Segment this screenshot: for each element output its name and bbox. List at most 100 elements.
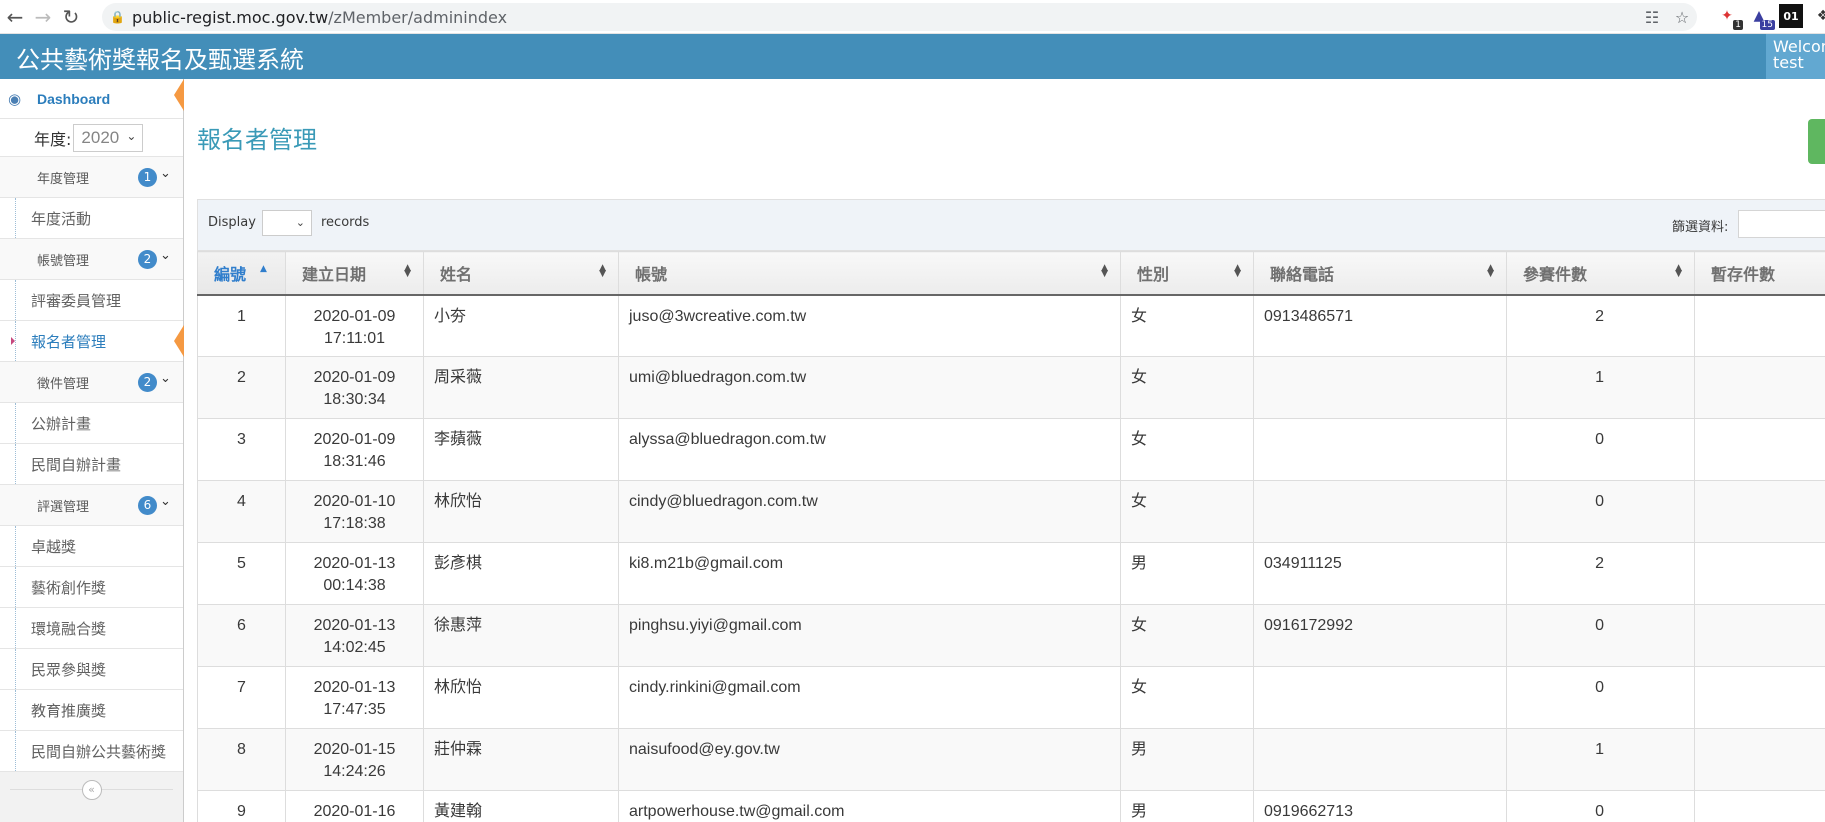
cell-phone: 0916172992 bbox=[1253, 604, 1507, 667]
cell-account: cindy@bluedragon.com.tw bbox=[618, 480, 1121, 543]
sidebar-item-excellence-award[interactable]: 卓越獎 bbox=[0, 526, 183, 567]
sidebar-item-private-plan[interactable]: 民間自辦計畫 bbox=[0, 444, 183, 485]
table-row[interactable]: 9 2020-01-16 黃建翰 artpowerhouse.tw@gmail.com… bbox=[197, 790, 1825, 822]
cell-id: 8 bbox=[197, 728, 286, 791]
dashboard-icon: ◉ bbox=[8, 89, 22, 108]
filter-input[interactable] bbox=[1738, 210, 1825, 238]
filter-label: 篩選資料: bbox=[1672, 220, 1729, 235]
sort-icon: ▲ ▼ bbox=[599, 263, 606, 279]
table-row[interactable]: 3 2020-01-09 18:31:46 李蘋薇 alyssa@bluedragon.… bbox=[197, 418, 1825, 481]
sidebar-item-applicants[interactable]: 報名者管理 bbox=[0, 321, 184, 362]
caret-right-icon bbox=[11, 337, 15, 345]
cell-sex: 女 bbox=[1120, 604, 1254, 667]
lock-icon: 🔒 bbox=[110, 10, 125, 24]
cell-id: 4 bbox=[197, 480, 286, 543]
cell-drafts: 0 bbox=[1694, 542, 1825, 605]
table-row[interactable]: 4 2020-01-10 17:18:38 林欣怡 cindy@bluedragon.c… bbox=[197, 480, 1825, 543]
address-bar[interactable]: 🔒 public-regist.moc.gov.tw/zMember/admin… bbox=[102, 3, 1697, 31]
sidebar-item-art-creation-award[interactable]: 藝術創作獎 bbox=[0, 567, 183, 608]
cell-created-date: 2020-01-09 18:31:46 bbox=[285, 418, 424, 481]
cell-name: 李蘋薇 bbox=[423, 418, 619, 481]
cell-phone: 034911125 bbox=[1253, 542, 1507, 605]
sidebar-item-judges[interactable]: 評審委員管理 bbox=[0, 280, 183, 321]
sidebar-item-public-plan[interactable]: 公辦計畫 bbox=[0, 403, 183, 444]
sidebar-item-annual-activity[interactable]: 年度活動 bbox=[0, 198, 183, 239]
table-row[interactable]: 7 2020-01-13 17:47:35 林欣怡 cindy.rinkini@gmai… bbox=[197, 666, 1825, 729]
sidebar-item-private-public-art-award[interactable]: 民間自辦公共藝術獎 bbox=[0, 731, 183, 772]
extension-3-icon[interactable]: 01 bbox=[1779, 4, 1803, 28]
cell-phone bbox=[1253, 418, 1507, 481]
applicants-table: 編號 ▲ 建立日期 ▲ ▼ 姓名 ▲ ▼ 帳號 ▲ ▼ 性別 ▲ ▼ 聯絡電話 ▲ ▼ 參賽件數 ▲ ▼ … bbox=[197, 251, 1825, 822]
user-name: test bbox=[1773, 53, 1804, 72]
active-pointer bbox=[174, 325, 184, 357]
sidebar-group-year-management[interactable]: 年度管理 1 ⌄ bbox=[0, 157, 183, 198]
cell-created-date: 2020-01-09 18:30:34 bbox=[285, 356, 424, 419]
page-length-select[interactable]: ⌄ bbox=[262, 210, 312, 236]
sidebar-item-dashboard[interactable]: ◉ Dashboard bbox=[0, 79, 184, 119]
column-header-name[interactable]: 姓名 ▲ ▼ bbox=[423, 251, 619, 296]
table-row[interactable]: 2 2020-01-09 18:30:34 周采薇 umi@bluedragon.com… bbox=[197, 356, 1825, 419]
table-row[interactable]: 6 2020-01-13 14:02:45 徐惠萍 pinghsu.yiyi@gmail… bbox=[197, 604, 1825, 667]
column-header-created-date[interactable]: 建立日期 ▲ ▼ bbox=[285, 251, 424, 296]
cell-created-date: 2020-01-13 00:14:38 bbox=[285, 542, 424, 605]
reload-icon[interactable]: ↻ bbox=[58, 4, 84, 30]
page-title: 報名者管理 bbox=[197, 126, 317, 154]
year-select[interactable]: 2020 ⌄ bbox=[73, 123, 144, 152]
sort-icon: ▲ ▼ bbox=[1234, 263, 1241, 279]
sidebar-group-call-management[interactable]: 徵件管理 2 ⌄ bbox=[0, 362, 183, 403]
column-header-drafts[interactable]: 暫存件數 bbox=[1694, 251, 1825, 296]
translate-icon[interactable]: ☷ bbox=[1637, 8, 1667, 27]
cell-sex: 男 bbox=[1120, 542, 1254, 605]
sidebar-item-participation-award[interactable]: 民眾參與獎 bbox=[0, 649, 183, 690]
cell-drafts: 0 bbox=[1694, 604, 1825, 667]
cell-name: 莊仲霖 bbox=[423, 728, 619, 791]
table-header-row: 編號 ▲ 建立日期 ▲ ▼ 姓名 ▲ ▼ 帳號 ▲ ▼ 性別 ▲ ▼ 聯絡電話 ▲ ▼ 參賽件數 ▲ ▼ … bbox=[197, 251, 1825, 296]
table-row[interactable]: 5 2020-01-13 00:14:38 彭彥棋 ki8.m21b@gmail.com… bbox=[197, 542, 1825, 605]
cell-id: 9 bbox=[197, 790, 286, 822]
chevron-down-icon: ⌄ bbox=[160, 166, 171, 181]
cell-account: juso@3wcreative.com.tw bbox=[618, 294, 1121, 357]
table-row[interactable]: 8 2020-01-15 14:24:26 莊仲霖 naisufood@ey.gov.t… bbox=[197, 728, 1825, 791]
cell-drafts: 0 bbox=[1694, 480, 1825, 543]
double-chevron-left-icon[interactable]: « bbox=[81, 780, 102, 800]
sidebar-item-education-award[interactable]: 教育推廣獎 bbox=[0, 690, 183, 731]
cell-created-date: 2020-01-09 17:11:01 bbox=[285, 294, 424, 357]
year-label: 年度: bbox=[34, 129, 72, 149]
cell-created-date: 2020-01-15 14:24:26 bbox=[285, 728, 424, 791]
column-header-sex[interactable]: 性別 ▲ ▼ bbox=[1120, 251, 1254, 296]
column-header-entries[interactable]: 參賽件數 ▲ ▼ bbox=[1506, 251, 1695, 296]
user-menu[interactable]: Welcome, test bbox=[1766, 34, 1825, 79]
cell-phone bbox=[1253, 666, 1507, 729]
cell-id: 1 bbox=[197, 294, 286, 357]
column-header-id[interactable]: 編號 ▲ bbox=[197, 251, 286, 296]
cell-account: ki8.m21b@gmail.com bbox=[618, 542, 1121, 605]
display-label: Display bbox=[208, 215, 256, 230]
puzzle-extensions-icon[interactable]: ❖ bbox=[1811, 4, 1825, 28]
bookmark-star-icon[interactable]: ☆ bbox=[1667, 8, 1697, 27]
cell-entries: 0 bbox=[1506, 666, 1695, 729]
sidebar-collapse: « bbox=[0, 772, 183, 808]
cell-entries: 2 bbox=[1506, 294, 1695, 357]
year-selector: 年度: 2020 ⌄ bbox=[0, 119, 183, 157]
forward-icon[interactable]: → bbox=[30, 4, 56, 30]
sidebar-item-label: Dashboard bbox=[37, 90, 111, 107]
main-content: 報名者管理 Display ⌄ records 篩選資料: 編號 ▲ 建立日期 ▲ ▼… bbox=[185, 79, 1825, 822]
cell-account: cindy.rinkini@gmail.com bbox=[618, 666, 1121, 729]
table-row[interactable]: 1 2020-01-09 17:11:01 小夯 juso@3wcreative.com… bbox=[197, 294, 1825, 357]
column-header-account[interactable]: 帳號 ▲ ▼ bbox=[618, 251, 1121, 296]
cell-entries: 2 bbox=[1506, 542, 1695, 605]
back-icon[interactable]: ← bbox=[2, 4, 28, 30]
chevron-down-icon: ⌄ bbox=[160, 494, 171, 509]
sidebar-group-account-management[interactable]: 帳號管理 2 ⌄ bbox=[0, 239, 183, 280]
records-label: records bbox=[321, 215, 370, 230]
column-header-phone[interactable]: 聯絡電話 ▲ ▼ bbox=[1253, 251, 1507, 296]
extension-2-icon[interactable]: ▲ 15 bbox=[1747, 4, 1775, 30]
cell-sex: 女 bbox=[1120, 418, 1254, 481]
sidebar-item-environment-award[interactable]: 環境融合獎 bbox=[0, 608, 183, 649]
add-button[interactable] bbox=[1808, 119, 1825, 164]
extension-1-icon[interactable]: ✦ 1 bbox=[1715, 4, 1743, 30]
cell-phone: 0913486571 bbox=[1253, 294, 1507, 357]
sort-icon: ▲ ▼ bbox=[1675, 263, 1682, 279]
sidebar-group-selection-management[interactable]: 評選管理 6 ⌄ bbox=[0, 485, 183, 526]
sidebar: ◉ Dashboard 年度: 2020 ⌄ 年度管理 1 ⌄ 年度活動 帳號管… bbox=[0, 79, 184, 822]
